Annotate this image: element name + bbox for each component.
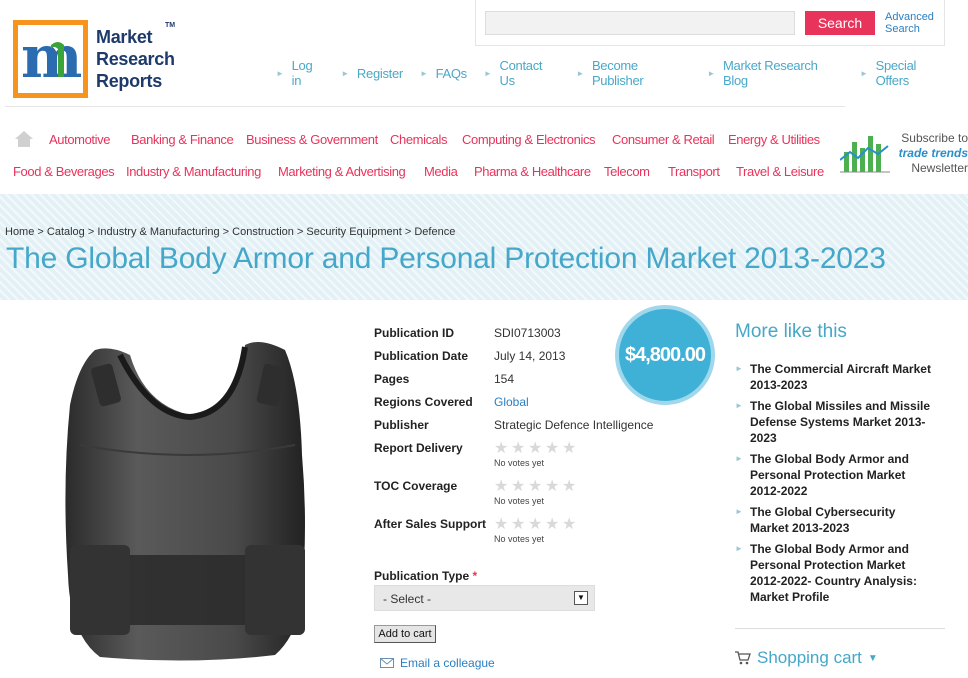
logo-text: Market Research Reports bbox=[96, 27, 175, 91]
cat-computing-electronics[interactable]: Computing & Electronics bbox=[462, 132, 596, 147]
cat-industry-manufacturing[interactable]: Industry & Manufacturing bbox=[126, 164, 261, 179]
shopping-cart-toggle[interactable]: Shopping cart ▼ bbox=[735, 648, 878, 668]
star-icon[interactable]: ★ bbox=[511, 479, 526, 495]
star-icon[interactable]: ★ bbox=[545, 441, 560, 457]
cat-travel-leisure[interactable]: Travel & Leisure bbox=[736, 164, 824, 179]
register-link[interactable]: ► Register bbox=[341, 64, 403, 82]
star-icon[interactable]: ★ bbox=[545, 517, 560, 533]
publication-type-label: Publication Type * bbox=[374, 569, 478, 583]
arrow-icon: ► bbox=[859, 68, 868, 78]
blog-link[interactable]: ► Market Research Blog bbox=[707, 58, 843, 88]
cat-banking-finance[interactable]: Banking & Finance bbox=[131, 132, 234, 147]
related-report-link[interactable]: ► The Global Body Armor and Personal Prot… bbox=[735, 451, 935, 499]
arrow-icon: ► bbox=[276, 68, 284, 78]
email-colleague-link[interactable]: Email a colleague bbox=[380, 656, 495, 670]
site-logo[interactable]: m Market Research Reports TM bbox=[13, 18, 188, 102]
price-badge: $4,800.00 bbox=[615, 305, 715, 405]
add-to-cart-button[interactable]: Add to cart bbox=[374, 625, 436, 643]
newsletter-signup[interactable]: Subscribe to trade trends Newsletter bbox=[840, 128, 968, 178]
star-icon[interactable]: ★ bbox=[494, 479, 509, 495]
star-icon[interactable]: ★ bbox=[528, 441, 543, 457]
login-link[interactable]: ► Log in bbox=[276, 58, 324, 88]
search-input[interactable] bbox=[485, 11, 795, 35]
divider bbox=[5, 106, 845, 107]
arrow-icon: ► bbox=[707, 68, 716, 78]
envelope-icon bbox=[380, 658, 394, 668]
search-bar: Search Advanced Search bbox=[475, 0, 945, 46]
star-icon[interactable]: ★ bbox=[545, 479, 560, 495]
related-report-link[interactable]: ► The Commercial Aircraft Market 2013-202… bbox=[735, 361, 935, 393]
cat-automotive[interactable]: Automotive bbox=[49, 132, 110, 147]
cat-consumer-retail[interactable]: Consumer & Retail bbox=[612, 132, 715, 147]
cat-telecom[interactable]: Telecom bbox=[604, 164, 650, 179]
chevron-down-icon: ▼ bbox=[574, 591, 588, 605]
arrow-icon: ► bbox=[735, 507, 743, 516]
cat-pharma-healthcare[interactable]: Pharma & Healthcare bbox=[474, 164, 591, 179]
top-links: ► Log in ► Register ► FAQs ► Contact Us ► Bec… bbox=[276, 58, 968, 88]
newsletter-text: Subscribe to trade trends Newsletter bbox=[898, 131, 968, 175]
logo-trademark: TM bbox=[165, 22, 176, 29]
star-icon[interactable]: ★ bbox=[562, 441, 577, 457]
more-like-this-heading: More like this bbox=[735, 321, 847, 342]
product-image bbox=[65, 341, 305, 661]
contact-link[interactable]: ► Contact Us bbox=[483, 58, 559, 88]
chart-trend-icon bbox=[840, 136, 890, 173]
star-rating[interactable]: ★ ★ ★ ★ ★ bbox=[494, 479, 577, 495]
advanced-search-link[interactable]: Advanced Search bbox=[885, 11, 945, 35]
cat-business-government[interactable]: Business & Government bbox=[246, 132, 378, 147]
arrow-icon: ► bbox=[735, 454, 743, 463]
arrow-icon: ► bbox=[735, 401, 743, 410]
page-title: The Global Body Armor and Personal Prote… bbox=[6, 242, 886, 275]
arrow-icon: ► bbox=[419, 68, 428, 78]
arrow-icon: ► bbox=[576, 68, 584, 78]
cart-icon bbox=[735, 651, 751, 665]
related-report-link[interactable]: ► The Global Cybersecurity Market 2013-20… bbox=[735, 504, 935, 536]
divider bbox=[735, 628, 945, 629]
arrow-icon: ► bbox=[483, 68, 492, 78]
cat-marketing-advertising[interactable]: Marketing & Advertising bbox=[278, 164, 406, 179]
star-icon[interactable]: ★ bbox=[494, 517, 509, 533]
star-icon[interactable]: ★ bbox=[528, 479, 543, 495]
star-icon[interactable]: ★ bbox=[494, 441, 509, 457]
star-rating[interactable]: ★ ★ ★ ★ ★ bbox=[494, 517, 577, 533]
related-report-link[interactable]: ► The Global Missiles and Missile Defense… bbox=[735, 398, 935, 446]
special-offers-link[interactable]: ► Special Offers bbox=[859, 58, 951, 88]
search-button[interactable]: Search bbox=[805, 11, 875, 35]
star-icon[interactable]: ★ bbox=[511, 517, 526, 533]
cat-transport[interactable]: Transport bbox=[668, 164, 720, 179]
cat-energy-utilities[interactable]: Energy & Utilities bbox=[728, 132, 820, 147]
star-icon[interactable]: ★ bbox=[528, 517, 543, 533]
cat-chemicals[interactable]: Chemicals bbox=[390, 132, 447, 147]
star-icon[interactable]: ★ bbox=[511, 441, 526, 457]
publication-type-select[interactable]: - Select - ▼ bbox=[374, 585, 595, 611]
arrow-icon: ► bbox=[735, 364, 743, 373]
become-publisher-link[interactable]: ► Become Publisher bbox=[576, 58, 690, 88]
cat-food-beverages[interactable]: Food & Beverages bbox=[13, 164, 115, 179]
star-icon[interactable]: ★ bbox=[562, 517, 577, 533]
star-icon[interactable]: ★ bbox=[562, 479, 577, 495]
cat-media[interactable]: Media bbox=[424, 164, 458, 179]
faqs-link[interactable]: ► FAQs bbox=[420, 64, 467, 82]
related-report-link[interactable]: ► The Global Body Armor and Personal Prot… bbox=[735, 541, 935, 605]
logo-mark: m bbox=[13, 20, 88, 98]
region-link[interactable]: Global bbox=[494, 395, 529, 409]
svg-text:m: m bbox=[21, 25, 82, 91]
breadcrumb[interactable]: Home > Catalog > Industry & Manufacturin… bbox=[5, 226, 455, 238]
star-rating[interactable]: ★ ★ ★ ★ ★ bbox=[494, 441, 577, 457]
chevron-down-icon: ▼ bbox=[867, 652, 878, 664]
home-icon[interactable] bbox=[14, 130, 34, 148]
arrow-icon: ► bbox=[735, 544, 743, 553]
arrow-icon: ► bbox=[341, 68, 349, 78]
